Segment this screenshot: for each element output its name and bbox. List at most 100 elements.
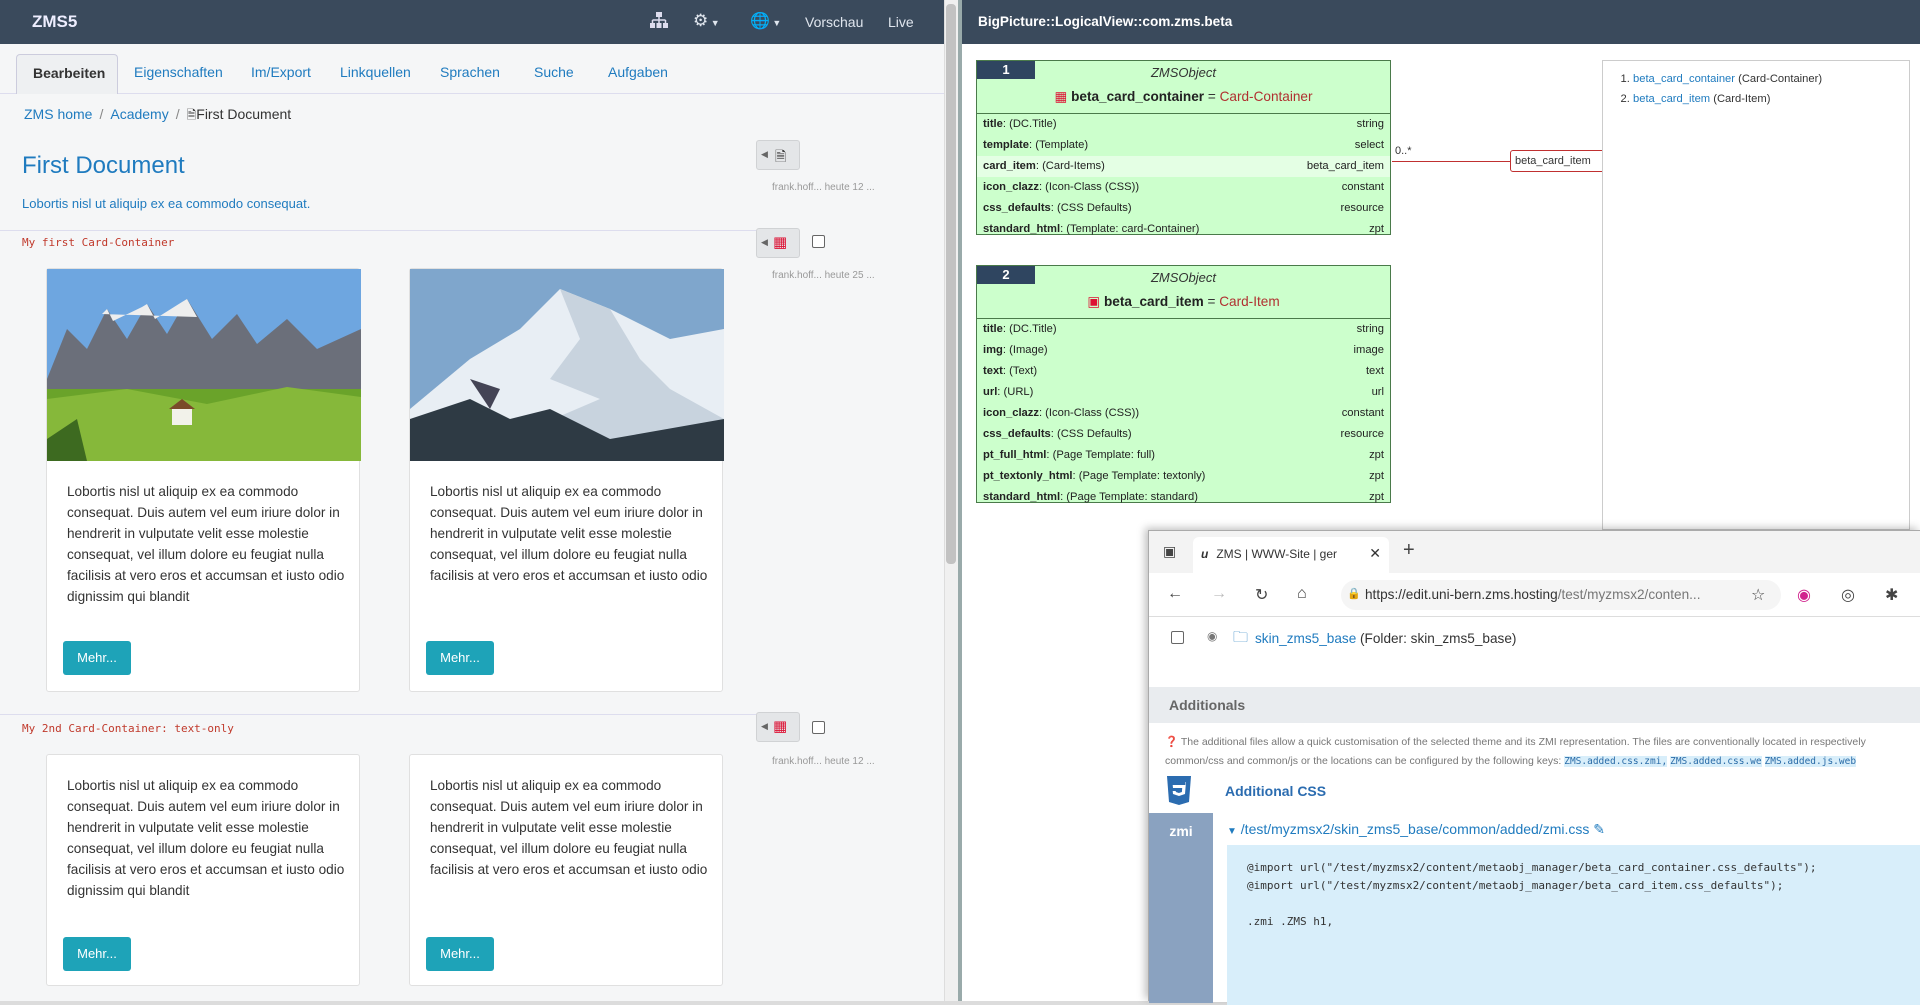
additionals-note: ❓ The additional files allow a quick cus… [1165,736,1866,767]
card: Lobortis nisl ut aliquip ex ea commodo c… [46,268,361,692]
folder-link[interactable]: skin_zms5_base [1255,631,1356,646]
lock-icon: 🔒 [1347,588,1361,600]
favorite-icon[interactable]: ☆ [1751,585,1765,605]
attribute-desc: : (URL) [997,386,1034,398]
class-link[interactable]: beta_card_container [1633,73,1735,85]
css3-icon [1165,775,1195,805]
uml-class-card-container[interactable]: 1 ZMSObject ▦ beta_card_container = Card… [976,60,1391,235]
extensions-puzzle-icon[interactable]: ✱ [1885,585,1898,605]
folder-icon: 🗀 [1233,629,1249,646]
attribute-type: constant [1341,181,1384,193]
class-link[interactable]: beta_card_item [1633,93,1710,105]
card: Lobortis nisl ut aliquip ex ea commodo c… [409,268,724,692]
more-button[interactable]: Mehr... [63,641,131,675]
more-button[interactable]: Mehr... [426,937,494,971]
attribute-row: css_defaults: (CSS Defaults) resource [977,424,1390,445]
tab-bearbeiten[interactable]: Bearbeiten [16,54,118,94]
sitemap-icon[interactable] [650,12,668,31]
page-icon: 🗎 [775,148,787,164]
tab-actions-icon[interactable]: ▣ [1163,543,1176,560]
tab-im-export[interactable]: Im/Export [235,54,327,94]
attribute-type: string [1356,323,1384,335]
attribute-type: zpt [1369,449,1384,461]
container-action-button[interactable]: ◀ ▦ [756,712,800,742]
row-checkbox[interactable] [1171,631,1184,644]
tab-linkquellen[interactable]: Linkquellen [324,54,427,94]
attribute-name: pt_textonly_html [983,470,1073,482]
document-action-button[interactable]: ◀ 🗎 [756,140,800,170]
attribute-desc: : (Text) [1002,365,1038,377]
uml-class-card-item[interactable]: 2 ZMSObject ▣ beta_card_item = Card-Item… [976,265,1391,503]
section-label: My first Card-Container [22,236,175,249]
bigpicture-title: BigPicture::LogicalView::com.zms.beta [978,14,1233,29]
attribute-row: standard_html: (Page Template: standard)… [977,487,1390,508]
card: Lobortis nisl ut aliquip ex ea commodo c… [46,754,360,986]
attribute-type: resource [1340,202,1384,214]
back-icon[interactable]: ← [1167,585,1183,603]
reload-icon[interactable]: ↻ [1255,585,1268,605]
radio-icon[interactable]: ◉ [1207,629,1217,643]
attribute-name: css_defaults [983,202,1051,214]
attribute-name: title [983,118,1003,130]
browser-toolbar: ← → ↻ ⌂ 🔒 https://edit.uni-bern.zms.hosti… [1149,573,1920,617]
breadcrumb-academy[interactable]: Academy [110,106,168,122]
attribute-type: url [1371,386,1384,398]
caret-down-icon[interactable]: ▼ [1227,826,1237,837]
gear-icon[interactable]: ⚙ ▼ [693,11,720,31]
select-checkbox[interactable] [812,721,825,734]
attribute-desc: : (Template) [1029,139,1089,151]
new-tab-icon[interactable]: + [1403,539,1415,562]
attribute-row: text: (Text) text [977,361,1390,382]
live-link[interactable]: Live [888,14,914,30]
attribute-row: pt_textonly_html: (Page Template: texton… [977,466,1390,487]
class-name: ▣ beta_card_item = Card-Item [1087,294,1280,309]
attribute-list: title: (DC.Title) string template: (Templa… [977,113,1390,240]
container-meta: frank.hoff... heute 12 ... [772,756,875,767]
brand-logo[interactable]: ZMS5 [32,12,77,32]
select-checkbox[interactable] [812,235,825,248]
home-icon[interactable]: ⌂ [1297,585,1307,603]
attribute-name: title [983,323,1003,335]
tab-suche[interactable]: Suche [518,54,590,94]
container-action-button[interactable]: ◀ ▦ [756,228,800,258]
attribute-desc: : (Icon-Class (CSS)) [1038,181,1140,193]
globe-icon[interactable]: 🌐 ▼ [750,11,781,31]
attribute-name: standard_html [983,491,1061,503]
preview-link[interactable]: Vorschau [805,14,863,30]
more-button[interactable]: Mehr... [63,937,131,971]
zmi-css-link[interactable]: /test/myzmsx2/skin_zms5_base/common/adde… [1241,821,1590,837]
browser-tab[interactable]: u ZMS | WWW-Site | ger ✕ [1193,537,1389,573]
card: Lobortis nisl ut aliquip ex ea commodo c… [409,754,723,986]
more-button[interactable]: Mehr... [426,641,494,675]
config-key: ZMS.added.js.web [1764,756,1857,767]
forward-icon[interactable]: → [1211,585,1227,603]
site-favicon: u [1201,547,1209,561]
config-key: ZMS.added.css.we [1670,756,1762,767]
id-card-icon: ▣ [1087,294,1101,309]
url-host: https://edit.uni-bern.zms.hosting [1365,587,1558,602]
breadcrumb-home[interactable]: ZMS home [24,106,92,122]
pencil-icon[interactable]: ✎ [1593,821,1605,837]
tab-aufgaben[interactable]: Aufgaben [592,54,684,94]
folder-desc: (Folder: skin_zms5_base) [1360,631,1517,646]
tab-sprachen[interactable]: Sprachen [424,54,516,94]
attribute-row: icon_clazz: (Icon-Class (CSS)) constant [977,403,1390,424]
tab-eigenschaften[interactable]: Eigenschaften [118,54,239,94]
scrollbar-thumb[interactable] [946,4,956,564]
section-divider [0,230,756,231]
attribute-name: template [983,139,1030,151]
page-title: First Document [22,152,185,179]
attribute-desc: : (Page Template: textonly) [1072,470,1206,482]
attribute-desc: : (Icon-Class (CSS)) [1038,407,1140,419]
css-code-editor[interactable]: @import url("/test/myzmsx2/content/metao… [1227,845,1920,1005]
close-icon[interactable]: ✕ [1369,545,1381,562]
folder-row: skin_zms5_base (Folder: skin_zms5_base) [1255,631,1516,646]
class-name: ▦ beta_card_container = Card-Container [1054,89,1313,104]
extension-icon[interactable]: ◎ [1841,585,1855,605]
card-text: Lobortis nisl ut aliquip ex ea commodo c… [430,484,708,583]
zmi-tab[interactable]: zmi [1149,813,1213,1003]
attribute-type: beta_card_item [1306,160,1384,172]
card-image-alpine-meadow [47,269,361,461]
address-bar[interactable]: 🔒 https://edit.uni-bern.zms.hosting/test/… [1341,580,1781,610]
extension-icon[interactable]: ◉ [1797,585,1811,605]
